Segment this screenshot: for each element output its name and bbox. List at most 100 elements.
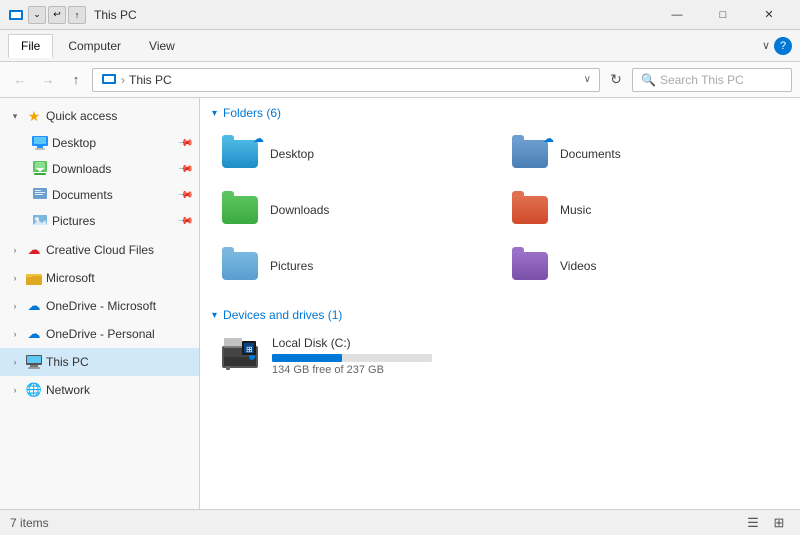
quick-access-label: Quick access [46, 109, 191, 123]
drive-c-bar-fill [272, 354, 342, 362]
refresh-button[interactable]: ↻ [604, 68, 628, 92]
downloads-folder-label: Downloads [270, 203, 329, 217]
drive-c-bar-bg [272, 354, 432, 362]
microsoft-folder-icon [26, 270, 42, 286]
sidebar-pictures-label: Pictures [52, 214, 175, 228]
address-dropdown-icon[interactable]: ∨ [584, 74, 591, 85]
quick-access-section: ▾ ★ Quick access Desktop 📌 Downloads 📌 [0, 102, 199, 234]
folders-chevron-icon: ▾ [212, 108, 217, 119]
cloud-sync-icon: ☁ [253, 132, 264, 145]
onedrive-personal-icon: ☁ [26, 326, 42, 342]
quick-access-toolbar: ⌄ ↩ ↑ [28, 6, 86, 24]
window-controls: — □ ✕ [654, 0, 792, 30]
ribbon: File Computer View ∨ ? [0, 30, 800, 62]
minimize-button[interactable]: — [654, 0, 700, 30]
quick-btn-3[interactable]: ↑ [68, 6, 86, 24]
drive-c-info: Local Disk (C:) 134 GB free of 237 GB [272, 336, 780, 376]
pin-icon-2: 📌 [176, 161, 193, 178]
pin-icon-4: 📌 [176, 213, 193, 230]
sidebar-downloads-label: Downloads [52, 162, 175, 176]
sidebar-odp-label: OneDrive - Personal [46, 327, 191, 341]
folder-item-pictures[interactable]: Pictures [212, 240, 498, 292]
desktop-icon [32, 135, 48, 151]
network-icon: 🌐 [26, 382, 42, 398]
folders-grid: ☁ Desktop ☁ Documents Downloads [212, 128, 788, 292]
address-bar: ← → ↑ › This PC ∨ ↻ 🔍 Search This PC [0, 62, 800, 98]
folders-section-header[interactable]: ▾ Folders (6) [212, 106, 788, 120]
sidebar-desktop-label: Desktop [52, 136, 175, 150]
maximize-button[interactable]: □ [700, 0, 746, 30]
grid-view-button[interactable]: ⊞ [768, 514, 790, 532]
music-folder-label: Music [560, 203, 591, 217]
address-path[interactable]: › This PC ∨ [92, 68, 600, 92]
drive-c-name: Local Disk (C:) [272, 336, 780, 350]
svg-text:⊞: ⊞ [246, 345, 253, 354]
odm-chevron-icon: › [8, 299, 22, 313]
sidebar-item-network[interactable]: › 🌐 Network [0, 376, 199, 404]
back-button[interactable]: ← [8, 68, 32, 92]
pin-icon: 📌 [176, 135, 193, 152]
sidebar-thispc-label: This PC [46, 355, 191, 369]
folders-section-label: Folders (6) [223, 106, 281, 120]
videos-folder-icon [510, 246, 550, 286]
thispc-chevron-icon: › [8, 355, 22, 369]
quick-btn-2[interactable]: ↩ [48, 6, 66, 24]
search-icon: 🔍 [641, 73, 656, 87]
sidebar-item-pictures[interactable]: Pictures 📌 [0, 208, 199, 234]
collapse-ribbon-icon[interactable]: ∨ [762, 39, 770, 52]
sidebar-item-desktop[interactable]: Desktop 📌 [0, 130, 199, 156]
quick-btn-1[interactable]: ⌄ [28, 6, 46, 24]
folder-item-desktop[interactable]: ☁ Desktop [212, 128, 498, 180]
folder-item-documents[interactable]: ☁ Documents [502, 128, 788, 180]
this-pc-icon [26, 354, 42, 370]
folder-item-videos[interactable]: Videos [502, 240, 788, 292]
sidebar-item-microsoft[interactable]: › Microsoft [0, 264, 199, 292]
item-count-label: 7 items [10, 516, 49, 530]
forward-button[interactable]: → [36, 68, 60, 92]
title-bar: ⌄ ↩ ↑ This PC — □ ✕ [0, 0, 800, 30]
sidebar-odm-label: OneDrive - Microsoft [46, 299, 191, 313]
documents-icon [32, 187, 48, 203]
pin-icon-3: 📌 [176, 187, 193, 204]
search-box[interactable]: 🔍 Search This PC [632, 68, 792, 92]
sidebar-item-onedrive-personal[interactable]: › ☁ OneDrive - Personal [0, 320, 199, 348]
help-icon[interactable]: ? [774, 37, 792, 55]
folder-item-downloads[interactable]: Downloads [212, 184, 498, 236]
sidebar-item-quick-access[interactable]: ▾ ★ Quick access [0, 102, 199, 130]
address-separator: › [121, 73, 125, 87]
sidebar-documents-label: Documents [52, 188, 175, 202]
sidebar-item-downloads[interactable]: Downloads 📌 [0, 156, 199, 182]
list-view-button[interactable]: ☰ [742, 514, 764, 532]
onedrive-microsoft-icon: ☁ [26, 298, 42, 314]
documents-folder-icon: ☁ [510, 134, 550, 174]
drive-c-icon: ⊞ [220, 336, 260, 376]
drive-item-c[interactable]: ⊞ Local Disk (C:) 134 GB free of 237 GB [212, 330, 788, 382]
sidebar-item-documents[interactable]: Documents 📌 [0, 182, 199, 208]
videos-folder-label: Videos [560, 259, 596, 273]
sidebar-item-creative-cloud[interactable]: › ☁ Creative Cloud Files [0, 236, 199, 264]
ribbon-chevron: ∨ ? [762, 37, 792, 55]
pictures-folder-icon [220, 246, 260, 286]
creative-cloud-icon: ☁ [26, 242, 42, 258]
close-button[interactable]: ✕ [746, 0, 792, 30]
devices-section-header[interactable]: ▾ Devices and drives (1) [212, 308, 788, 322]
downloads-icon [32, 161, 48, 177]
tab-file[interactable]: File [8, 34, 53, 58]
documents-folder-label: Documents [560, 147, 621, 161]
desktop-folder-icon: ☁ [220, 134, 260, 174]
network-chevron-icon: › [8, 383, 22, 397]
address-thispc: This PC [129, 73, 172, 87]
sidebar-item-onedrive-microsoft[interactable]: › ☁ OneDrive - Microsoft [0, 292, 199, 320]
ms-chevron-icon: › [8, 271, 22, 285]
quick-access-chevron-icon: ▾ [8, 109, 22, 123]
tab-view[interactable]: View [136, 34, 188, 58]
sidebar-item-this-pc[interactable]: › This PC [0, 348, 199, 376]
window-title: This PC [94, 8, 654, 22]
pictures-icon [32, 213, 48, 229]
cloud-sync-icon-2: ☁ [543, 132, 554, 145]
devices-chevron-icon: ▾ [212, 310, 217, 321]
tab-computer[interactable]: Computer [55, 34, 134, 58]
up-button[interactable]: ↑ [64, 68, 88, 92]
star-icon: ★ [26, 108, 42, 124]
folder-item-music[interactable]: Music [502, 184, 788, 236]
